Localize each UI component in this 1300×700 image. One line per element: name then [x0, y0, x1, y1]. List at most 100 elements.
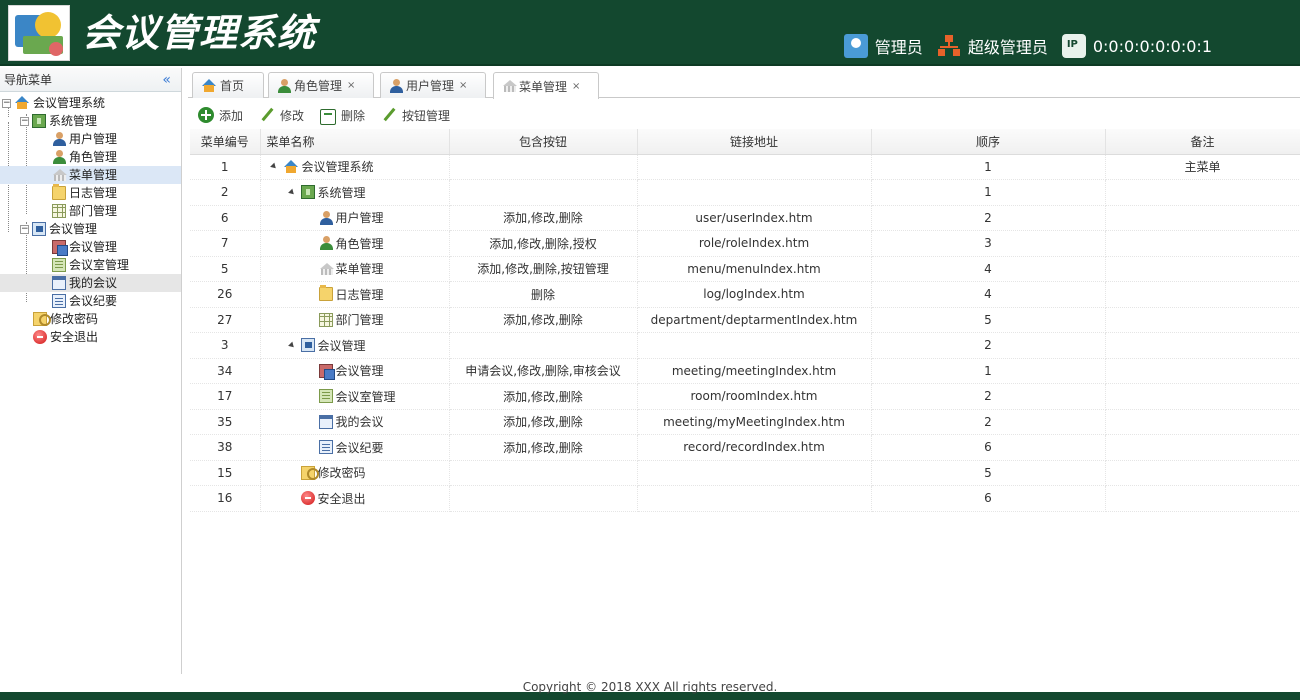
row-name-label: 用户管理: [335, 211, 384, 226]
table-row[interactable]: 1 会议管理系统 1 主菜单: [190, 154, 1300, 180]
exit-icon: [33, 330, 47, 344]
tree-node-my-meeting[interactable]: 我的会议: [0, 274, 181, 292]
tree-node-log[interactable]: 日志管理: [0, 184, 181, 202]
table-row[interactable]: 16 安全退出 6: [190, 485, 1300, 512]
column-header-name[interactable]: 菜单名称: [260, 129, 450, 155]
exit-icon: [300, 491, 315, 506]
table-row[interactable]: 3 会议管理 2: [190, 332, 1300, 359]
grid-header-row: 菜单编号 菜单名称 包含按钮 链接地址 顺序 备注: [190, 129, 1300, 155]
close-icon[interactable]: ×: [459, 80, 467, 91]
record-icon: [52, 294, 66, 308]
table-row[interactable]: 6 用户管理 添加,修改,删除 user/userIndex.htm 2: [190, 205, 1300, 231]
add-button[interactable]: 添加: [198, 107, 243, 124]
tab-menu[interactable]: 菜单管理 ×: [493, 72, 599, 99]
cell-name: 系统管理: [260, 179, 450, 206]
table-row[interactable]: 7 角色管理 添加,修改,删除,授权 role/roleIndex.htm 3: [190, 230, 1300, 257]
tree-node-role[interactable]: 角色管理: [0, 148, 181, 166]
tree-node-label: 日志管理: [69, 186, 118, 200]
user-icon: [319, 210, 333, 225]
table-row[interactable]: 27 部门管理 添加,修改,删除 department/deptarmentIndex…: [190, 307, 1300, 333]
table-row[interactable]: 26 日志管理 删除 log/logIndex.htm 4: [190, 281, 1300, 308]
menu-icon: [502, 79, 517, 93]
role-icon: [52, 150, 66, 164]
cell-remark: [1105, 179, 1300, 206]
cell-buttons: 申请会议,修改,删除,审核会议: [449, 358, 638, 384]
tree-node-root[interactable]: − 会议管理系统: [0, 94, 181, 112]
button-manage-button[interactable]: 按钮管理: [381, 107, 450, 124]
collapse-toggle[interactable]: −: [20, 116, 29, 126]
cell-id: 34: [190, 358, 261, 384]
column-header-buttons[interactable]: 包含按钮: [449, 129, 638, 155]
cell-order: 4: [871, 256, 1106, 282]
tree-node-menu[interactable]: 菜单管理: [0, 166, 181, 184]
sidebar-header: 导航菜单 «: [0, 68, 181, 92]
tree-node-label: 会议管理: [49, 222, 98, 236]
cell-order: 6: [871, 434, 1106, 461]
tree-node-meeting-group[interactable]: − 会议管理: [0, 220, 181, 238]
tree-node-room[interactable]: 会议室管理: [0, 256, 181, 274]
collapse-sidebar-button[interactable]: «: [162, 72, 171, 88]
row-name-label: 系统管理: [317, 185, 366, 200]
cell-id: 7: [190, 230, 261, 257]
cell-id: 6: [190, 205, 261, 231]
row-name-label: 安全退出: [317, 491, 366, 506]
cell-name: 修改密码: [260, 460, 450, 486]
cell-buttons: 添加,修改,删除,按钮管理: [449, 256, 638, 282]
tab-role[interactable]: 角色管理 ×: [268, 72, 374, 98]
user-icon: [52, 132, 66, 146]
table-row[interactable]: 34 会议管理 申请会议,修改,删除,审核会议 meeting/meetingInde…: [190, 358, 1300, 384]
expand-caret-icon[interactable]: [287, 341, 296, 350]
expand-caret-icon[interactable]: [269, 162, 278, 171]
close-icon[interactable]: ×: [572, 81, 580, 92]
tree-node-record[interactable]: 会议纪要: [0, 292, 181, 310]
column-header-order[interactable]: 顺序: [871, 129, 1106, 155]
table-row[interactable]: 17 会议室管理 添加,修改,删除 room/roomIndex.htm 2: [190, 383, 1300, 410]
row-name-label: 会议室管理: [335, 389, 396, 404]
collapse-toggle[interactable]: −: [20, 224, 29, 234]
tree-node-department[interactable]: 部门管理: [0, 202, 181, 220]
cell-order: 3: [871, 230, 1106, 257]
tree-node-user[interactable]: 用户管理: [0, 130, 181, 148]
role-icon: [277, 78, 291, 93]
cell-order: 2: [871, 332, 1106, 359]
tree-node-label: 修改密码: [50, 312, 99, 326]
cell-remark: [1105, 434, 1300, 461]
cell-order: 5: [871, 460, 1106, 486]
toolbar: 添加 修改 删除 按钮管理: [188, 101, 1300, 129]
tree-node-password[interactable]: 修改密码: [0, 310, 181, 328]
meeting-icon: [318, 363, 335, 380]
tree-node-system[interactable]: − 系统管理: [0, 112, 181, 130]
cell-buttons: 添加,修改,删除: [449, 434, 638, 461]
column-header-remark[interactable]: 备注: [1105, 129, 1300, 155]
app-window: 会议管理系统 管理员 超级管理员 0:0:0:0:0:0:0:1: [0, 0, 1300, 700]
table-row[interactable]: 38 会议纪要 添加,修改,删除 record/recordIndex.htm 6: [190, 434, 1300, 461]
table-row[interactable]: 2 系统管理 1: [190, 179, 1300, 206]
close-icon[interactable]: ×: [347, 80, 355, 91]
cell-order: 2: [871, 383, 1106, 410]
cell-order: 1: [871, 179, 1106, 206]
column-header-url[interactable]: 链接地址: [637, 129, 872, 155]
delete-button[interactable]: 删除: [320, 106, 365, 125]
ip-info: 0:0:0:0:0:0:0:1: [1061, 34, 1212, 58]
cell-name: 安全退出: [260, 485, 450, 512]
meeting-icon: [52, 240, 68, 256]
nav-tree: − 会议管理系统 − 系统管理 用户管理 角色管理 菜单管理 日志管理 部门管理…: [0, 92, 181, 346]
table-row[interactable]: 5 菜单管理 添加,修改,删除,按钮管理 menu/menuIndex.htm 4: [190, 256, 1300, 282]
home-icon: [201, 78, 217, 93]
cell-remark: [1105, 281, 1300, 308]
row-name-label: 会议管理: [335, 364, 384, 379]
expand-caret-icon[interactable]: [287, 188, 296, 197]
column-header-id[interactable]: 菜单编号: [190, 129, 261, 155]
tree-node-exit[interactable]: 安全退出: [0, 328, 181, 346]
tab-home[interactable]: 首页: [192, 72, 264, 98]
table-row[interactable]: 35 我的会议 添加,修改,删除 meeting/myMeetingIndex.htm…: [190, 409, 1300, 435]
tree-node-label: 系统管理: [49, 114, 98, 128]
cell-buttons: [449, 332, 638, 359]
edit-button[interactable]: 修改: [259, 107, 304, 124]
edit-label: 修改: [280, 108, 305, 123]
role-name: 管理员: [874, 38, 923, 57]
tree-node-meeting[interactable]: 会议管理: [0, 238, 181, 256]
tab-user[interactable]: 用户管理 ×: [380, 72, 486, 98]
collapse-toggle[interactable]: −: [2, 98, 11, 108]
table-row[interactable]: 15 修改密码 5: [190, 460, 1300, 486]
